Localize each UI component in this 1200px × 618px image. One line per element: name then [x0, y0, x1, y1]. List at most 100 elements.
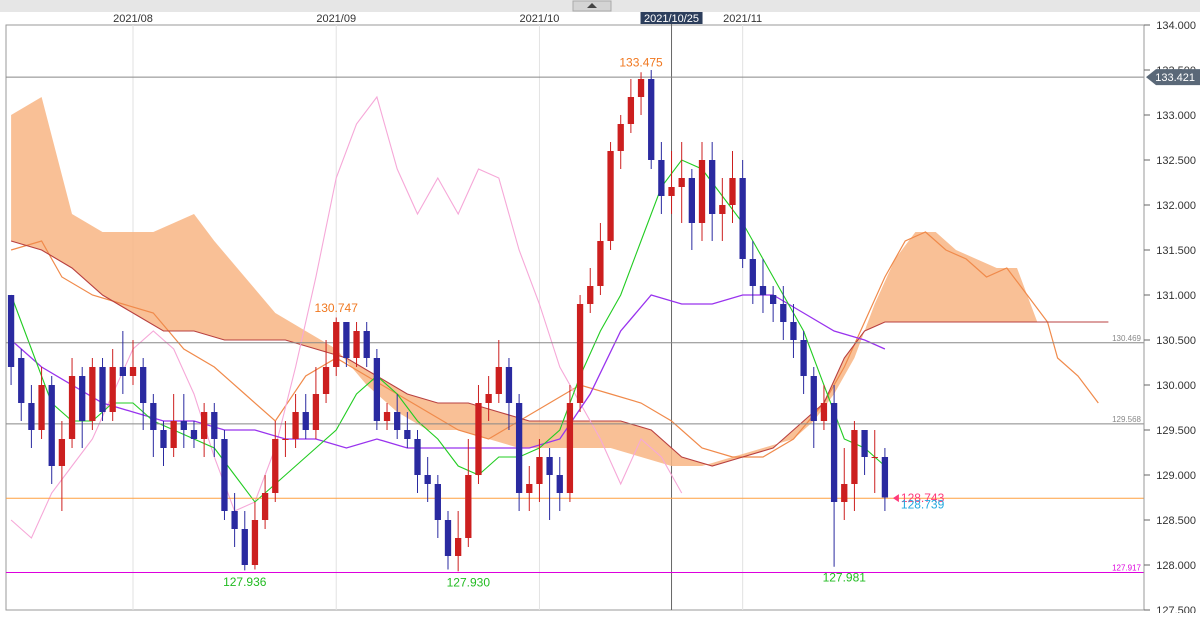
candle-body-52 [536, 457, 543, 484]
candle-body-75 [769, 295, 777, 304]
candle-body-13 [140, 367, 147, 403]
candle-body-84 [861, 430, 868, 457]
price-annotation-2: 127.936 [223, 575, 267, 589]
candle-body-62 [637, 79, 645, 97]
y-tick-label-10: 132.500 [1156, 155, 1196, 167]
candle-body-38 [394, 412, 401, 430]
candle-body-26 [272, 439, 279, 493]
candle-body-80 [820, 403, 828, 421]
y-tick-label-3: 129.000 [1156, 470, 1196, 482]
candle-body-34 [353, 331, 360, 358]
candle-body-2 [28, 403, 35, 430]
price-tag-label: 133.421 [1155, 72, 1195, 84]
cursor-label: 2021/10/25 [644, 13, 699, 25]
candle-body-44 [455, 538, 462, 556]
candle-body-66 [678, 178, 685, 187]
candle-body-67 [688, 178, 695, 223]
month-label-2: 2021/10 [520, 13, 560, 25]
candle-body-19 [200, 412, 208, 439]
candle-body-79 [810, 376, 817, 421]
candle-body-7 [79, 376, 86, 421]
candle-body-14 [150, 403, 157, 430]
candle-body-46 [475, 403, 482, 475]
candle-body-58 [597, 241, 604, 286]
y-tick-label-2: 128.500 [1156, 515, 1196, 527]
candle-body-37 [383, 412, 391, 421]
candle-body-73 [749, 259, 756, 286]
y-tick-label-11: 133.000 [1156, 110, 1196, 122]
candle-body-33 [343, 322, 350, 358]
candle-body-9 [99, 367, 106, 412]
candle-body-16 [170, 421, 177, 448]
candle-body-61 [627, 97, 635, 124]
candle-body-32 [333, 322, 340, 367]
y-tick-label-4: 129.500 [1156, 425, 1196, 437]
candle-body-82 [841, 484, 848, 502]
candle-body-0 [7, 295, 15, 367]
candlestick-chart[interactable]: 130.469 129.568 127.917 133.475 130.747 127.… [0, 0, 1200, 617]
candle-body-83 [851, 430, 858, 484]
candle-body-81 [830, 403, 838, 502]
price-annotation-4: 127.981 [823, 571, 867, 585]
y-tick-label-7: 131.000 [1156, 290, 1196, 302]
candle-body-29 [302, 412, 309, 430]
candle-body-8 [89, 367, 96, 421]
candle-body-27 [282, 439, 289, 440]
candle-body-35 [363, 331, 370, 358]
candle-body-21 [221, 439, 228, 511]
month-label-1: 2021/09 [316, 13, 356, 25]
y-tick-label-6: 130.500 [1156, 335, 1196, 347]
candle-body-85 [871, 457, 878, 458]
horizontal-line-label-2: 129.568 [1112, 415, 1141, 424]
candle-body-78 [800, 340, 807, 376]
candle-body-51 [526, 484, 533, 493]
candle-body-63 [648, 79, 655, 160]
candle-body-40 [414, 439, 421, 475]
candle-body-24 [251, 520, 259, 565]
price-annotation-3: 127.930 [447, 575, 491, 589]
candle-body-22 [231, 511, 238, 529]
candle-body-4 [48, 385, 55, 466]
candle-body-17 [180, 421, 187, 430]
candle-body-59 [607, 151, 614, 241]
candle-body-53 [546, 457, 553, 475]
candle-body-3 [38, 385, 45, 430]
candle-body-36 [373, 358, 381, 421]
candle-body-68 [698, 160, 706, 223]
candle-body-57 [587, 286, 594, 304]
candle-body-60 [617, 124, 624, 151]
candle-body-25 [261, 493, 269, 520]
month-label-0: 2021/08 [113, 13, 153, 25]
candle-body-71 [729, 178, 736, 205]
candle-body-76 [780, 304, 787, 322]
horizontal-line-label-4: 127.917 [1112, 563, 1141, 572]
candle-body-74 [759, 286, 767, 295]
candle-body-77 [790, 322, 797, 340]
candle-body-48 [495, 367, 502, 394]
candle-body-12 [129, 367, 137, 376]
candle-body-86 [881, 457, 889, 498]
candle-body-50 [515, 403, 523, 493]
candle-body-54 [556, 475, 563, 493]
chart-window: 130.469 129.568 127.917 133.475 130.747 127.… [0, 0, 1200, 617]
candle-body-41 [424, 475, 431, 484]
candle-body-39 [404, 430, 411, 439]
candle-body-56 [576, 304, 584, 403]
candle-body-64 [658, 160, 665, 196]
candle-body-47 [485, 394, 492, 403]
candle-body-49 [505, 367, 513, 403]
price-annotation-1: 130.747 [315, 301, 359, 315]
price-annotation-0: 133.475 [619, 55, 663, 69]
candle-body-69 [709, 160, 716, 214]
candle-body-1 [18, 358, 25, 403]
month-label-3: 2021/11 [723, 13, 762, 25]
horizontal-line-label-1: 130.469 [1112, 334, 1141, 343]
candle-body-43 [444, 520, 452, 556]
candle-body-5 [58, 439, 66, 466]
candle-body-10 [109, 367, 116, 412]
y-tick-label-0: 127.500 [1156, 605, 1196, 613]
candle-body-31 [322, 367, 330, 394]
candle-body-6 [68, 376, 76, 439]
candle-body-30 [312, 394, 320, 430]
candle-body-18 [190, 430, 198, 439]
